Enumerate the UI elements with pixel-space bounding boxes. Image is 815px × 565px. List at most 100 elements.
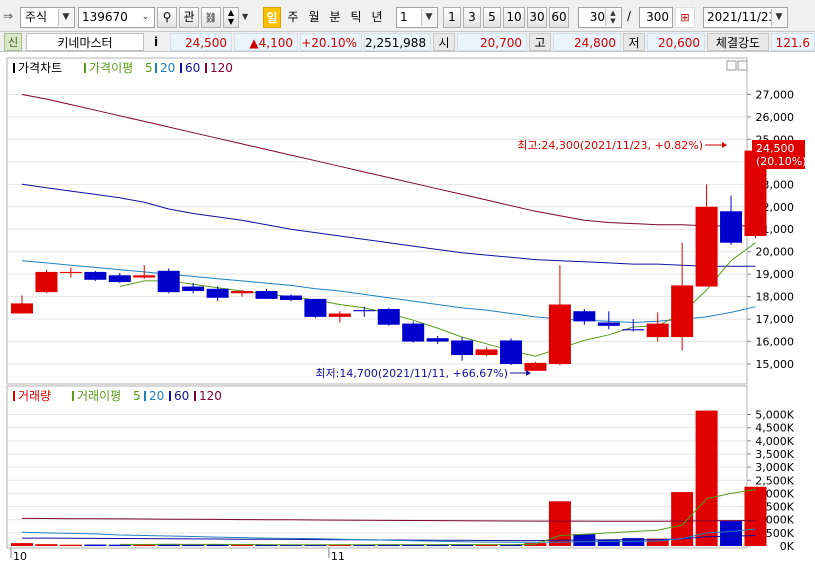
stock-code-input[interactable]: 139670 ⌄ — [78, 7, 155, 28]
candle-body[interactable] — [426, 338, 449, 342]
volume-tick-label: 4,000K — [755, 435, 794, 448]
search-button[interactable]: ⚲ — [157, 7, 177, 28]
price-legend-ma5: 5 — [145, 61, 153, 75]
candle-body[interactable] — [206, 288, 229, 298]
candle-body[interactable] — [402, 323, 425, 342]
candle-body[interactable] — [304, 298, 327, 317]
volume-tick-label: 2,500K — [755, 474, 794, 487]
period-week-tab[interactable]: 주 — [284, 7, 302, 28]
total-count-value: 300 — [646, 10, 669, 24]
period-day-tab[interactable]: 일 — [263, 7, 281, 28]
candle-body[interactable] — [524, 362, 547, 371]
stepper-button[interactable]: ▲ ▼ — [223, 7, 239, 28]
volume-legend-ma5: 5 — [133, 389, 141, 403]
candle-body[interactable] — [451, 340, 474, 356]
legend-marker — [13, 63, 15, 73]
interval-10-button[interactable]: 10 — [503, 7, 525, 28]
candle-body[interactable] — [548, 304, 571, 365]
candle-body[interactable] — [11, 303, 33, 314]
volume-bar[interactable] — [597, 539, 620, 546]
period-tick-tab[interactable]: 틱 — [347, 7, 365, 28]
candle-body[interactable] — [231, 291, 254, 294]
price-tick-label: 20,000 — [756, 246, 795, 259]
period-minute-tab[interactable]: 분 — [326, 7, 344, 28]
candle-body[interactable] — [35, 271, 58, 293]
panel-close-button[interactable] — [737, 60, 748, 71]
candle-body[interactable] — [59, 271, 82, 274]
stock-name[interactable]: 키네마스터 — [26, 33, 144, 51]
candle-body[interactable] — [500, 340, 522, 365]
candle-body[interactable] — [573, 311, 596, 322]
volume-bar[interactable] — [548, 501, 571, 546]
volume-bar[interactable] — [475, 544, 498, 546]
min-price-annotation: 최저:14,700(2021/11/11, +66.67%) — [315, 367, 508, 380]
up-icon: ▲ — [227, 8, 235, 17]
interval-30-button[interactable]: 30 — [527, 7, 547, 28]
candle-body[interactable] — [133, 275, 156, 278]
volume-bar[interactable] — [11, 543, 33, 546]
interval-60-button[interactable]: 60 — [549, 7, 569, 28]
panel-minimize-button[interactable] — [726, 60, 737, 71]
price-tick-label: 27,000 — [756, 88, 795, 101]
link-button[interactable]: ⛓ — [201, 7, 221, 28]
volume-legend-ma60: 60 — [174, 389, 189, 403]
volume-tick-label: 4,500K — [755, 422, 794, 435]
legend-marker — [169, 391, 171, 401]
candle-body[interactable] — [695, 206, 718, 287]
candle-body[interactable] — [182, 286, 205, 292]
count-input[interactable]: 30 ▲ ▼ — [578, 7, 622, 28]
settings-button[interactable]: ⊞ — [675, 7, 695, 28]
candle-body[interactable] — [255, 291, 278, 299]
gwan-button[interactable]: 관 — [179, 7, 199, 28]
chevron-down-icon[interactable]: ▼ — [242, 12, 248, 21]
candle-body[interactable] — [671, 285, 694, 338]
arrow-in-icon[interactable]: ⇒ — [3, 9, 13, 23]
volume-bar[interactable] — [35, 544, 58, 546]
candle-body[interactable] — [108, 275, 131, 283]
candle-body[interactable] — [646, 323, 669, 338]
grid-settings-icon: ⊞ — [680, 11, 690, 24]
chevron-down-icon[interactable]: ▼ — [771, 9, 786, 26]
candle-body[interactable] — [353, 310, 376, 312]
credit-badge: 신 — [4, 33, 22, 51]
interval-5-button[interactable]: 5 — [483, 7, 501, 28]
quote-bar: 신 키네마스터 i 24,500 ▲4,100 +20.10% 2,251,98… — [0, 32, 815, 52]
candle-body[interactable] — [597, 322, 620, 326]
chevron-down-icon[interactable]: ▼ — [58, 9, 73, 26]
legend-marker — [84, 63, 86, 73]
candle-body[interactable] — [279, 295, 302, 301]
period-month-tab[interactable]: 월 — [305, 7, 323, 28]
volume-bar[interactable] — [84, 544, 107, 546]
open-value: 20,700 — [457, 33, 527, 51]
period-year-tab[interactable]: 년 — [368, 7, 386, 28]
price-legend-ma60: 60 — [185, 61, 200, 75]
chevron-down-icon[interactable]: ⌄ — [138, 9, 153, 26]
volume-bar[interactable] — [720, 521, 743, 546]
candle-body[interactable] — [720, 211, 743, 243]
total-count-input[interactable]: 300 — [639, 7, 673, 28]
stock-chart[interactable]: 15,00016,00017,00018,00019,00020,00021,0… — [0, 52, 815, 565]
volume-bar[interactable] — [59, 544, 82, 546]
x-axis: 10 11 — [10, 548, 345, 563]
market-type-select[interactable]: 주식 ▼ — [20, 7, 75, 28]
interval-1-button[interactable]: 1 — [443, 7, 461, 28]
volume-bar[interactable] — [695, 410, 718, 546]
date-value: 2021/11/23 — [707, 10, 777, 24]
interval-select[interactable]: 1 ▼ — [396, 7, 438, 28]
info-button[interactable]: i — [147, 33, 165, 51]
interval-3-button[interactable]: 3 — [463, 7, 481, 28]
current-price-tag-value: 24,500 — [756, 142, 795, 155]
candle-body[interactable] — [328, 313, 351, 317]
volume-bar[interactable] — [744, 486, 767, 546]
candle-body[interactable] — [157, 270, 180, 293]
candle-body[interactable] — [475, 349, 498, 356]
candle-body[interactable] — [622, 329, 645, 331]
candle-body[interactable] — [377, 308, 400, 325]
date-select[interactable]: 2021/11/23 ▼ — [703, 7, 788, 28]
strength-value: 121.6 — [771, 33, 815, 51]
spinner-icon[interactable]: ▲ ▼ — [605, 9, 620, 26]
chevron-down-icon[interactable]: ▼ — [421, 9, 436, 26]
max-price-annotation: 최고:24,300(2021/11/23, +0.82%) — [517, 139, 703, 152]
strength-label: 체결강도 — [707, 33, 769, 51]
candle-body[interactable] — [84, 271, 107, 280]
